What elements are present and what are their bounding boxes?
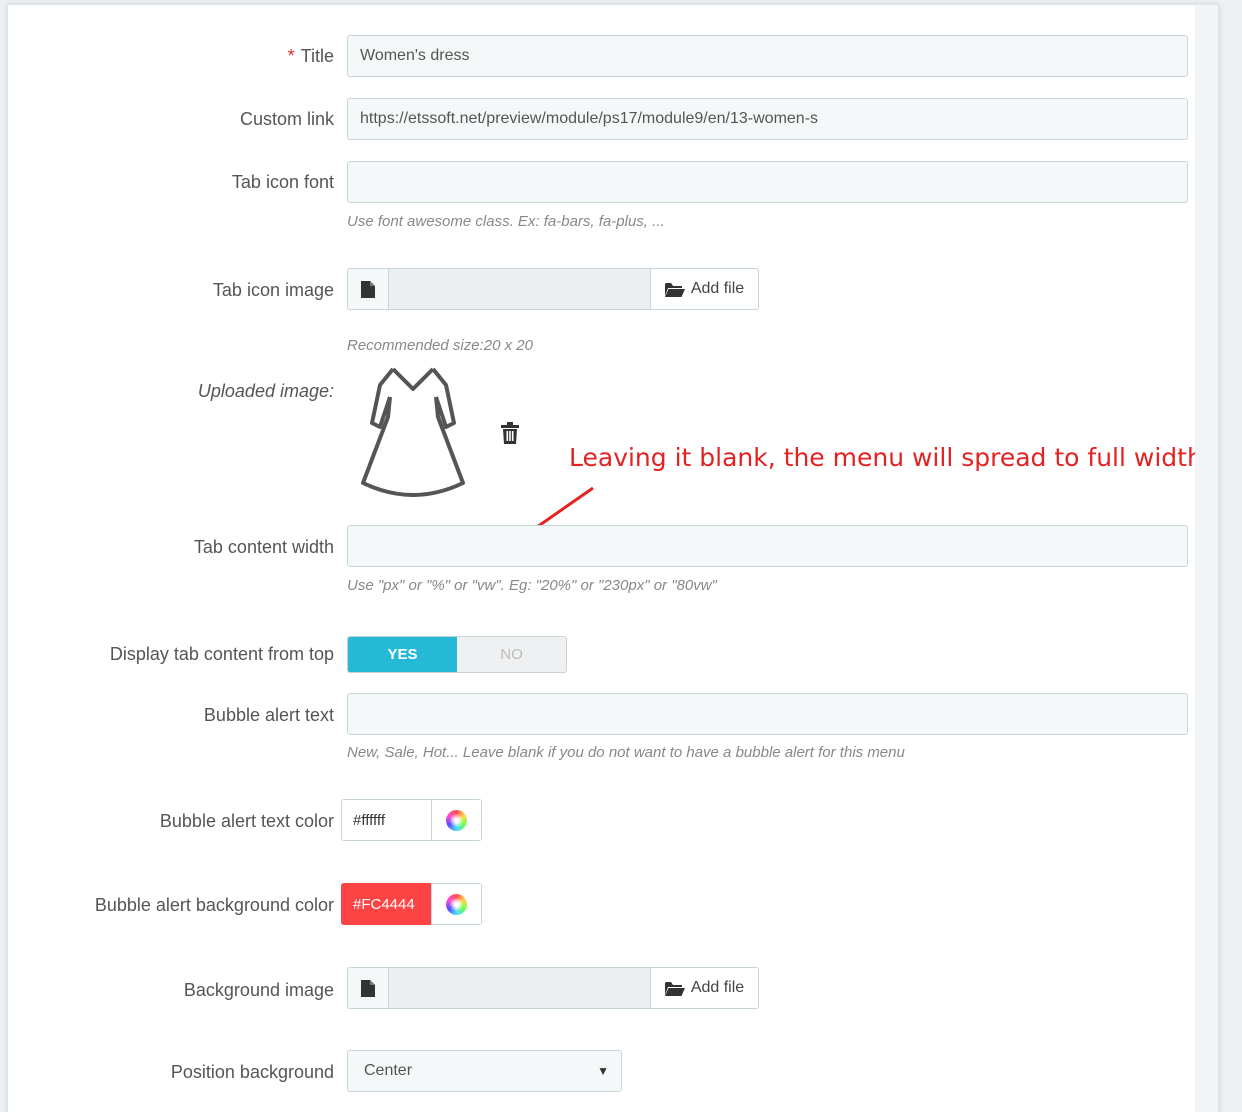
add-file-button[interactable]: Add file xyxy=(651,967,759,1009)
display-from-top-switch: YES NO xyxy=(347,636,567,673)
annotation-text: Leaving it blank, the menu will spread t… xyxy=(569,443,1203,472)
scroll-gutter xyxy=(1195,5,1218,1112)
uploaded-image-label: Uploaded image: xyxy=(197,381,334,401)
color-wheel-button[interactable] xyxy=(431,883,482,925)
tab-content-width-help: Use "px" or "%" or "vw". Eg: "20%" or "2… xyxy=(347,577,717,594)
bubble-bg-color-picker: #FC4444 xyxy=(341,883,482,925)
tab-icon-image-help: Recommended size:20 x 20 xyxy=(347,337,533,354)
switch-yes[interactable]: YES xyxy=(348,637,457,672)
tab-icon-font-input[interactable] xyxy=(347,161,1188,203)
tab-icon-image-label: Tab icon image xyxy=(212,280,334,300)
bubble-text-color-label: Bubble alert text color xyxy=(159,811,334,831)
switch-no[interactable]: NO xyxy=(457,637,566,672)
trash-icon[interactable] xyxy=(501,422,519,444)
custom-link-input[interactable] xyxy=(347,98,1188,140)
color-wheel-icon xyxy=(446,809,467,831)
position-background-select[interactable]: Center ▼ xyxy=(347,1050,622,1092)
title-label: * Title xyxy=(287,46,334,66)
dress-icon xyxy=(361,367,465,497)
title-input[interactable] xyxy=(347,35,1188,77)
background-image-label: Background image xyxy=(183,980,334,1000)
file-icon xyxy=(347,967,388,1009)
bubble-bg-color-label: Bubble alert background color xyxy=(94,895,334,915)
color-wheel-icon xyxy=(446,893,467,915)
bubble-alert-text-label: Bubble alert text xyxy=(203,705,334,725)
folder-open-icon xyxy=(664,981,685,996)
tab-content-width-label: Tab content width xyxy=(193,537,334,557)
tab-icon-font-help: Use font awesome class. Ex: fa-bars, fa-… xyxy=(347,213,665,230)
display-from-top-label: Display tab content from top xyxy=(109,644,334,664)
custom-link-label: Custom link xyxy=(239,109,334,129)
position-background-label: Position background xyxy=(170,1062,334,1082)
bubble-bg-color-input[interactable]: #FC4444 xyxy=(341,883,431,925)
add-file-button[interactable]: Add file xyxy=(651,268,759,310)
color-wheel-button[interactable] xyxy=(431,799,482,841)
bubble-alert-text-input[interactable] xyxy=(347,693,1188,735)
background-image-upload: Add file xyxy=(347,967,759,1009)
form-panel: *Title Custom link Tab icon font Use fon… xyxy=(7,4,1219,1112)
file-icon xyxy=(347,268,388,310)
tab-content-width-input[interactable] xyxy=(347,525,1188,567)
tab-icon-image-upload: Add file xyxy=(347,268,759,310)
file-name-display[interactable] xyxy=(388,268,651,310)
file-name-display[interactable] xyxy=(388,967,651,1009)
tab-icon-font-label: Tab icon font xyxy=(231,172,334,192)
bubble-alert-text-help: New, Sale, Hot... Leave blank if you do … xyxy=(347,744,905,761)
bubble-text-color-picker: #ffffff xyxy=(341,799,482,841)
bubble-text-color-input[interactable]: #ffffff xyxy=(341,799,431,841)
required-mark: * xyxy=(287,46,295,66)
folder-open-icon xyxy=(664,282,685,297)
caret-down-icon: ▼ xyxy=(597,1064,609,1078)
